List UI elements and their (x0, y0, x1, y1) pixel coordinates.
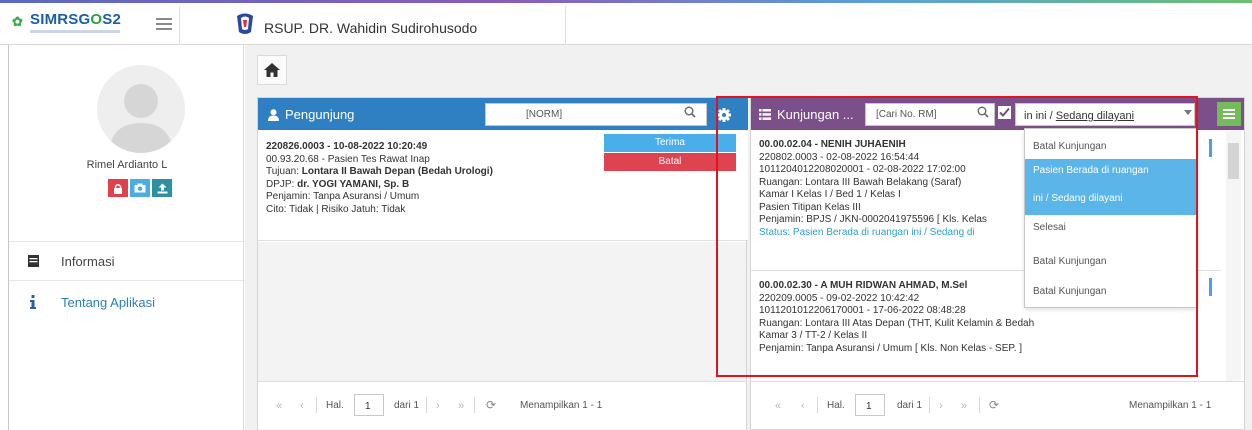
search-icon[interactable] (977, 106, 989, 118)
page-number-input[interactable]: 1 (354, 394, 384, 416)
dropdown-option[interactable]: Selesai (1025, 217, 1197, 239)
next-page-icon[interactable]: › (939, 400, 943, 412)
refresh-icon[interactable]: ⟳ (989, 398, 999, 412)
card-accent-bar (1209, 139, 1212, 157)
status-text: Status: Pasien Berada di ruangan ini / S… (759, 226, 975, 238)
menu-button[interactable] (1217, 102, 1241, 126)
pengunjung-title: Pengunjung (268, 107, 354, 122)
app-logo[interactable]: ✿ SIMRSGOS2 (8, 6, 180, 45)
hamburger-menu-icon[interactable] (156, 18, 172, 32)
chevron-down-icon[interactable] (1184, 110, 1192, 115)
app-header: ✿ SIMRSGOS2 RSUP. DR. Wahidin Sudirohuso… (0, 3, 1252, 45)
search-icon[interactable] (684, 106, 696, 118)
page-number-input[interactable]: 1 (855, 394, 885, 416)
pager-showing-label: Menampilkan 1 - 1 (1129, 400, 1212, 411)
kunjungan-header: Kunjungan ... [Cari No. RM] in ini / Sed… (751, 98, 1244, 130)
sidebar-item-label: Tentang Aplikasi (61, 294, 155, 310)
pager-divider (979, 397, 980, 413)
info-icon (23, 295, 43, 309)
dropdown-option[interactable]: Batal Kunjungan (1025, 281, 1197, 303)
last-page-icon[interactable]: » (961, 400, 967, 412)
hospital-name: RSUP. DR. Wahidin Sudirohusodo (264, 20, 478, 36)
pager-divider (817, 397, 818, 413)
pager-divider (474, 397, 475, 413)
pager-hal-label: Hal. (326, 400, 344, 411)
first-page-icon[interactable]: « (775, 400, 781, 412)
sidebar-item-label: Informasi (61, 253, 115, 269)
terima-button[interactable]: Terima (604, 134, 736, 152)
hospital-logo-icon (237, 13, 253, 34)
prev-page-icon[interactable]: ‹ (300, 400, 304, 412)
list-icon (759, 109, 771, 120)
cari-no-rm-input[interactable]: [Cari No. RM] (865, 103, 995, 126)
next-page-icon[interactable]: › (436, 400, 440, 412)
avatar (97, 65, 185, 153)
header-divider (565, 6, 566, 45)
pager-total-label: dari 1 (394, 400, 420, 411)
pager-showing-label: Menampilkan 1 - 1 (520, 400, 603, 411)
kunjungan-pagination: « ‹ Hal. 1 dari 1 › » ⟳ Menampilkan 1 - … (751, 381, 1244, 429)
camera-button[interactable] (130, 179, 150, 197)
upload-button[interactable] (152, 179, 172, 197)
status-select[interactable]: in ini / Sedang dilayani (1015, 103, 1195, 126)
sidebar-item-informasi[interactable]: Informasi (9, 241, 245, 281)
pager-total-label: dari 1 (897, 400, 923, 411)
pengunjung-pagination: « ‹ Hal. 1 dari 1 › » ⟳ Menampilkan 1 - … (258, 381, 746, 429)
dropdown-option[interactable]: Batal Kunjungan (1025, 251, 1197, 273)
pager-divider (426, 397, 427, 413)
batal-button[interactable]: Batal (604, 153, 736, 171)
lock-button[interactable] (108, 179, 128, 197)
pager-divider (929, 397, 930, 413)
home-button[interactable] (257, 55, 287, 85)
bars-icon (1223, 109, 1235, 119)
user-icon (268, 108, 279, 121)
pengunjung-panel: Pengunjung [NORM] 220826.0003 - 10-08-20… (257, 97, 748, 430)
scrollbar-thumb[interactable] (1228, 143, 1239, 179)
user-actions (108, 179, 172, 197)
logo-tagline (30, 30, 120, 33)
sidebar-item-tentang-aplikasi[interactable]: Tentang Aplikasi (9, 282, 245, 322)
pengunjung-header: Pengunjung [NORM] (258, 98, 748, 130)
last-page-icon[interactable]: » (458, 400, 464, 412)
dropdown-option[interactable]: Batal Kunjungan (1025, 137, 1197, 157)
pengunjung-card[interactable]: 220826.0003 - 10-08-2022 10:20:49 00.93.… (258, 131, 748, 241)
kunjungan-title: Kunjungan ... (759, 107, 854, 122)
lock-icon (114, 183, 122, 194)
gear-icon[interactable] (714, 105, 734, 125)
kunjungan-card-text: 00.00.02.30 - A MUH RIDWAN AHMAD, M.Sel … (759, 280, 1035, 354)
card-accent-bar (1209, 278, 1212, 296)
check-icon (999, 107, 1010, 117)
user-name: Rimel Ardianto L (86, 159, 168, 171)
pager-hal-label: Hal. (827, 400, 845, 411)
book-icon (23, 255, 43, 267)
camera-icon (134, 183, 146, 193)
dropdown-option-selected-cont[interactable]: ini / Sedang dilayani (1025, 183, 1197, 215)
upload-icon (157, 183, 167, 193)
refresh-icon[interactable]: ⟳ (486, 398, 496, 412)
kunjungan-card-text: 00.00.02.04 - NENIH JUHAENIH 220802.0003… (759, 139, 987, 238)
prev-page-icon[interactable]: ‹ (801, 400, 805, 412)
sidebar: Rimel Ardianto L Informasi Tentang Aplik… (8, 45, 245, 430)
logo-text: SIMRSGOS2 (30, 11, 121, 28)
dropdown-option-selected[interactable]: Pasien Berada di ruangan (1025, 159, 1197, 183)
user-avatar-icon (109, 84, 173, 153)
filter-checkbox[interactable] (997, 105, 1012, 120)
first-page-icon[interactable]: « (276, 400, 282, 412)
pengunjung-card-text: 220826.0003 - 10-08-2022 10:20:49 00.93.… (266, 141, 493, 215)
norm-search-input[interactable]: [NORM] (485, 103, 707, 126)
status-dropdown-list: Batal Kunjungan Pasien Berada di ruangan… (1024, 128, 1198, 308)
pager-divider (316, 397, 317, 413)
logo-mark-icon: ✿ (12, 14, 23, 29)
home-icon (264, 63, 280, 77)
kunjungan-scrollbar[interactable] (1226, 131, 1241, 383)
